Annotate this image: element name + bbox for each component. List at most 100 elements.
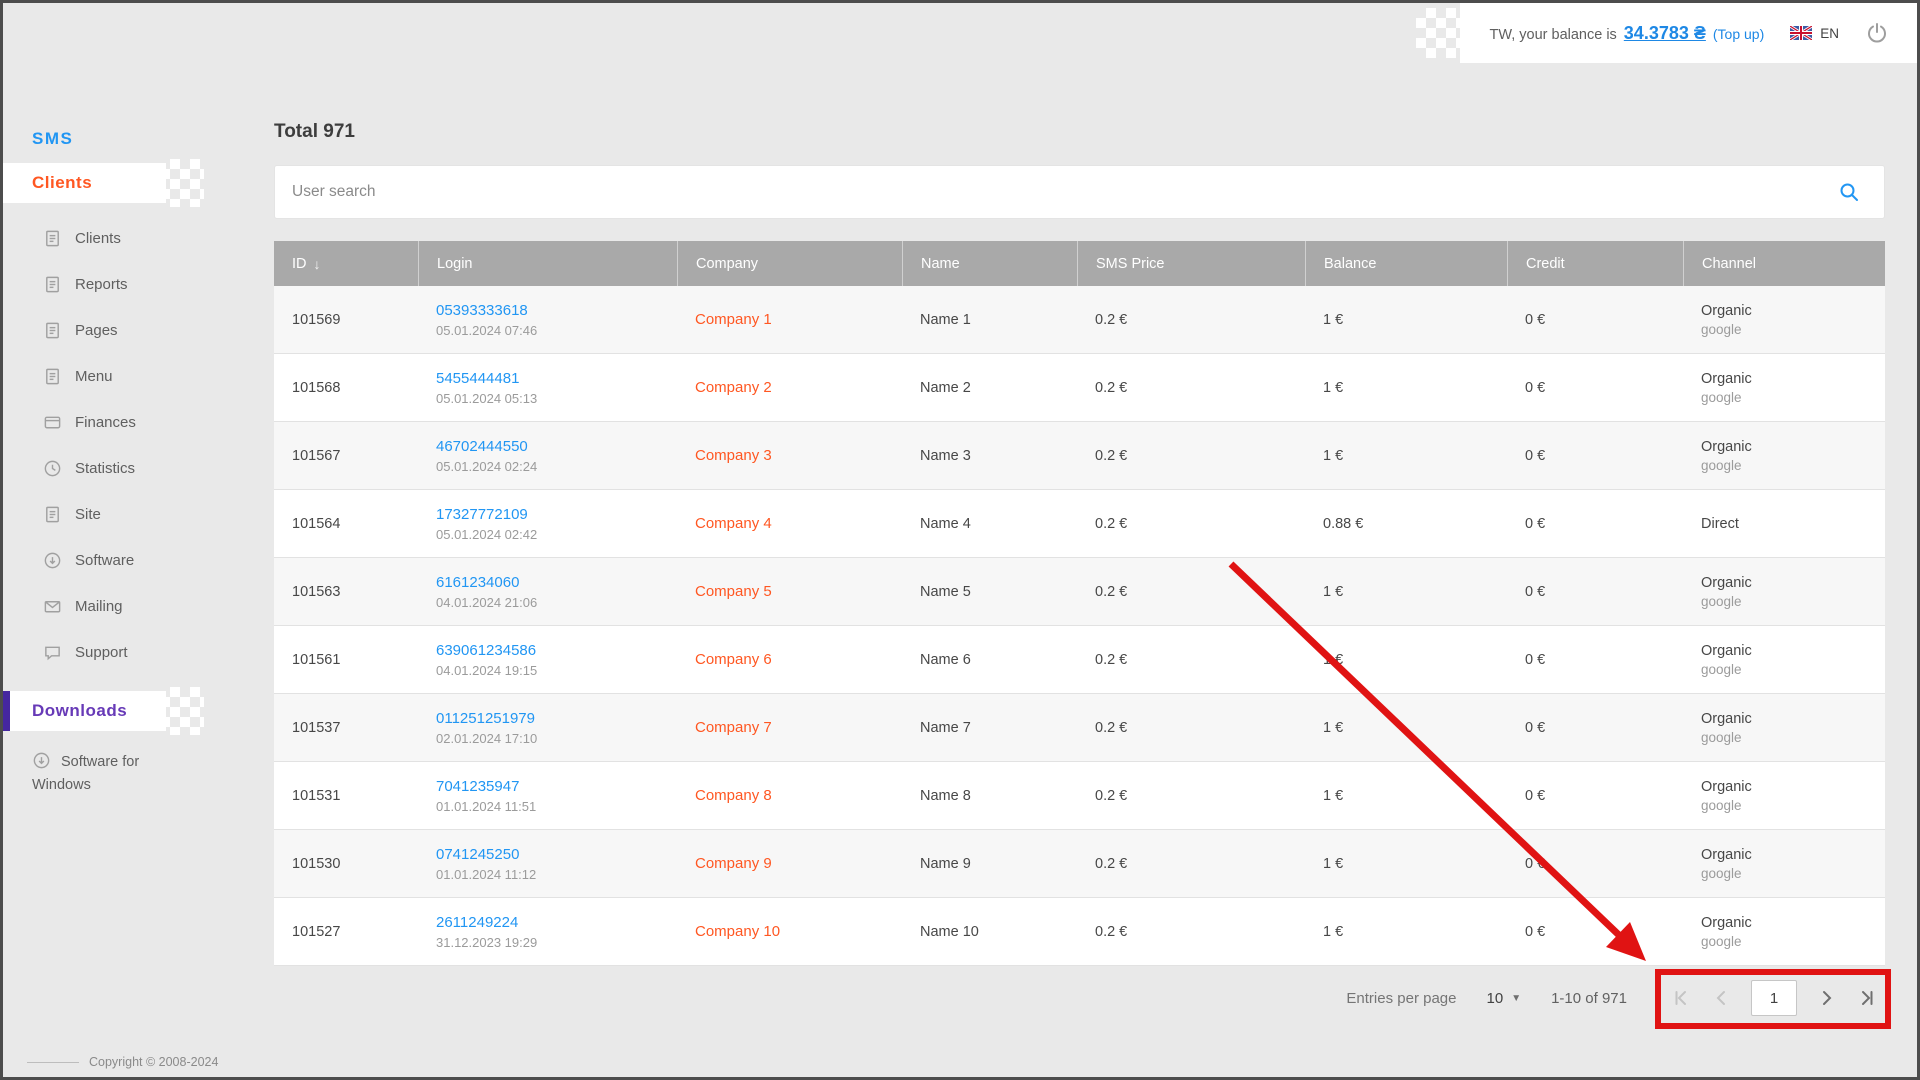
cell-name: Name 3	[902, 422, 1077, 489]
sidebar-item-label: Support	[75, 644, 128, 661]
company-link[interactable]: Company 3	[695, 447, 902, 464]
login-link[interactable]: 6161234060	[436, 574, 677, 591]
cell-balance: 1 €	[1305, 626, 1507, 693]
column-header-id[interactable]: ID ↓	[274, 241, 418, 286]
login-link[interactable]: 0741245250	[436, 846, 677, 863]
channel-sub: google	[1701, 322, 1885, 337]
cell-sms-price: 0.2 €	[1077, 694, 1305, 761]
checker-decoration	[160, 159, 204, 207]
clients-section-label: Clients	[3, 163, 166, 203]
cell-login: 639061234586 04.01.2024 19:15	[418, 626, 677, 693]
document-icon	[43, 321, 62, 340]
channel-sub: google	[1701, 866, 1885, 881]
sidebar-item-software[interactable]: Software	[3, 537, 253, 583]
login-link[interactable]: 011251251979	[436, 710, 677, 727]
column-header-name[interactable]: Name	[902, 241, 1077, 286]
table-body: 101569 05393333618 05.01.2024 07:46 Comp…	[274, 286, 1885, 966]
channel-sub: google	[1701, 934, 1885, 949]
cell-login: 7041235947 01.01.2024 11:51	[418, 762, 677, 829]
company-link[interactable]: Company 2	[695, 379, 902, 396]
channel-main: Direct	[1701, 516, 1885, 532]
cell-id: 101527	[274, 898, 418, 965]
pagination-controls: 1	[1671, 980, 1877, 1016]
cell-login: 6161234060 04.01.2024 21:06	[418, 558, 677, 625]
sidebar-section-clients[interactable]: Clients	[3, 163, 166, 203]
cell-sms-price: 0.2 €	[1077, 354, 1305, 421]
cell-channel: Organic google	[1683, 898, 1885, 965]
cell-balance: 1 €	[1305, 898, 1507, 965]
cell-name: Name 9	[902, 830, 1077, 897]
login-link[interactable]: 639061234586	[436, 642, 677, 659]
column-header-balance[interactable]: Balance	[1305, 241, 1507, 286]
login-link[interactable]: 46702444550	[436, 438, 677, 455]
first-page-button[interactable]	[1671, 988, 1691, 1008]
table-row: 101531 7041235947 01.01.2024 11:51 Compa…	[274, 762, 1885, 830]
column-header-credit[interactable]: Credit	[1507, 241, 1683, 286]
login-date: 31.12.2023 19:29	[436, 935, 677, 950]
login-link[interactable]: 2611249224	[436, 914, 677, 931]
sidebar-item-software-for-windows[interactable]: Software for Windows	[32, 751, 184, 796]
sidebar-item-support[interactable]: Support	[3, 629, 253, 675]
company-link[interactable]: Company 8	[695, 787, 902, 804]
sidebar-item-label: Software	[75, 552, 134, 569]
cell-balance: 1 €	[1305, 558, 1507, 625]
sidebar-item-pages[interactable]: Pages	[3, 307, 253, 353]
company-link[interactable]: Company 1	[695, 311, 902, 328]
company-link[interactable]: Company 7	[695, 719, 902, 736]
sidebar-item-menu[interactable]: Menu	[3, 353, 253, 399]
login-link[interactable]: 7041235947	[436, 778, 677, 795]
last-page-button[interactable]	[1857, 988, 1877, 1008]
sidebar-item-reports[interactable]: Reports	[3, 261, 253, 307]
cell-id: 101537	[274, 694, 418, 761]
previous-page-button[interactable]	[1711, 988, 1731, 1008]
login-link[interactable]: 17327772109	[436, 506, 677, 523]
sidebar-section-downloads[interactable]: Downloads	[3, 691, 166, 731]
current-page-input[interactable]: 1	[1751, 980, 1797, 1016]
cell-id: 101563	[274, 558, 418, 625]
table-row: 101527 2611249224 31.12.2023 19:29 Compa…	[274, 898, 1885, 966]
company-link[interactable]: Company 4	[695, 515, 902, 532]
channel-sub: google	[1701, 390, 1885, 405]
search-icon[interactable]	[1838, 181, 1860, 208]
sort-desc-icon: ↓	[314, 256, 321, 272]
cell-credit: 0 €	[1507, 558, 1683, 625]
search-input[interactable]	[275, 166, 1884, 218]
sidebar-item-finances[interactable]: Finances	[3, 399, 253, 445]
login-link[interactable]: 05393333618	[436, 302, 677, 319]
login-link[interactable]: 5455444481	[436, 370, 677, 387]
sidebar-item-mailing[interactable]: Mailing	[3, 583, 253, 629]
channel-main: Organic	[1701, 303, 1885, 319]
column-header-login[interactable]: Login	[418, 241, 677, 286]
table-row: 101537 011251251979 02.01.2024 17:10 Com…	[274, 694, 1885, 762]
cell-channel: Organic google	[1683, 286, 1885, 353]
company-link[interactable]: Company 9	[695, 855, 902, 872]
channel-sub: google	[1701, 594, 1885, 609]
channel-sub: google	[1701, 662, 1885, 677]
next-page-button[interactable]	[1817, 988, 1837, 1008]
sidebar-item-statistics[interactable]: Statistics	[3, 445, 253, 491]
column-header-company[interactable]: Company	[677, 241, 902, 286]
channel-main: Organic	[1701, 439, 1885, 455]
login-date: 05.01.2024 05:13	[436, 391, 677, 406]
sidebar: SMS Clients Clients Reports Pages Menu	[3, 3, 253, 1077]
cell-name: Name 8	[902, 762, 1077, 829]
cell-login: 05393333618 05.01.2024 07:46	[418, 286, 677, 353]
table-row: 101564 17327772109 05.01.2024 02:42 Comp…	[274, 490, 1885, 558]
sidebar-item-clients[interactable]: Clients	[3, 215, 253, 261]
sidebar-item-site[interactable]: Site	[3, 491, 253, 537]
cell-name: Name 10	[902, 898, 1077, 965]
login-date: 02.01.2024 17:10	[436, 731, 677, 746]
copyright-text: Copyright © 2008-2024	[89, 1055, 218, 1069]
company-link[interactable]: Company 10	[695, 923, 902, 940]
sidebar-section-sms[interactable]: SMS	[32, 129, 73, 149]
entries-per-page-select[interactable]: 10 ▼	[1487, 990, 1522, 1007]
column-header-sms-price[interactable]: SMS Price	[1077, 241, 1305, 286]
company-link[interactable]: Company 5	[695, 583, 902, 600]
channel-main: Organic	[1701, 915, 1885, 931]
table-footer: Entries per page 10 ▼ 1-10 of 971 1	[274, 966, 1885, 1030]
column-header-channel[interactable]: Channel	[1683, 241, 1885, 286]
app-window: TW, your balance is 34.3783 ₴ (Top up) E…	[0, 0, 1920, 1080]
company-link[interactable]: Company 6	[695, 651, 902, 668]
cell-credit: 0 €	[1507, 490, 1683, 557]
sidebar-item-label: Pages	[75, 322, 118, 339]
